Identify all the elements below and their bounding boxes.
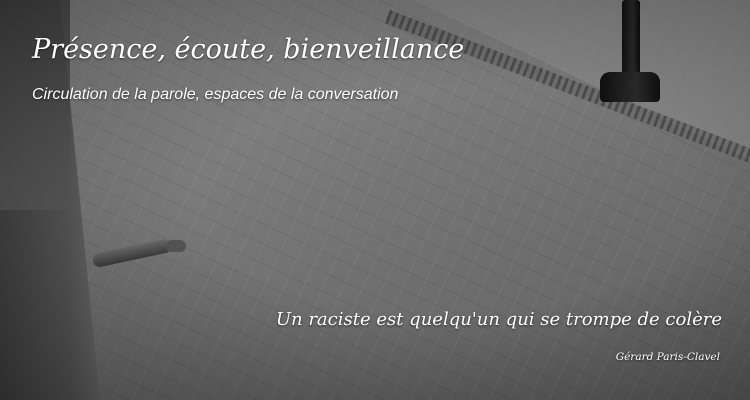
hero-banner: Présence, écoute, bienveillance Circulat…	[0, 0, 750, 400]
site-title: Présence, écoute, bienveillance	[32, 34, 465, 65]
arm-forearm	[91, 237, 173, 269]
background-wall	[0, 0, 70, 210]
lamp-post-base	[600, 72, 660, 102]
site-subtitle: Circulation de la parole, espaces de la …	[32, 86, 399, 103]
quote-author: Gérard Paris-Clavel	[615, 351, 720, 363]
lamp-post-image	[598, 0, 662, 104]
quote-text: Un raciste est quelqu'un qui se trompe d…	[275, 309, 722, 330]
arm-hand	[166, 240, 186, 252]
lamp-post-shaft	[622, 0, 640, 78]
arm-on-ground-image	[91, 237, 188, 269]
